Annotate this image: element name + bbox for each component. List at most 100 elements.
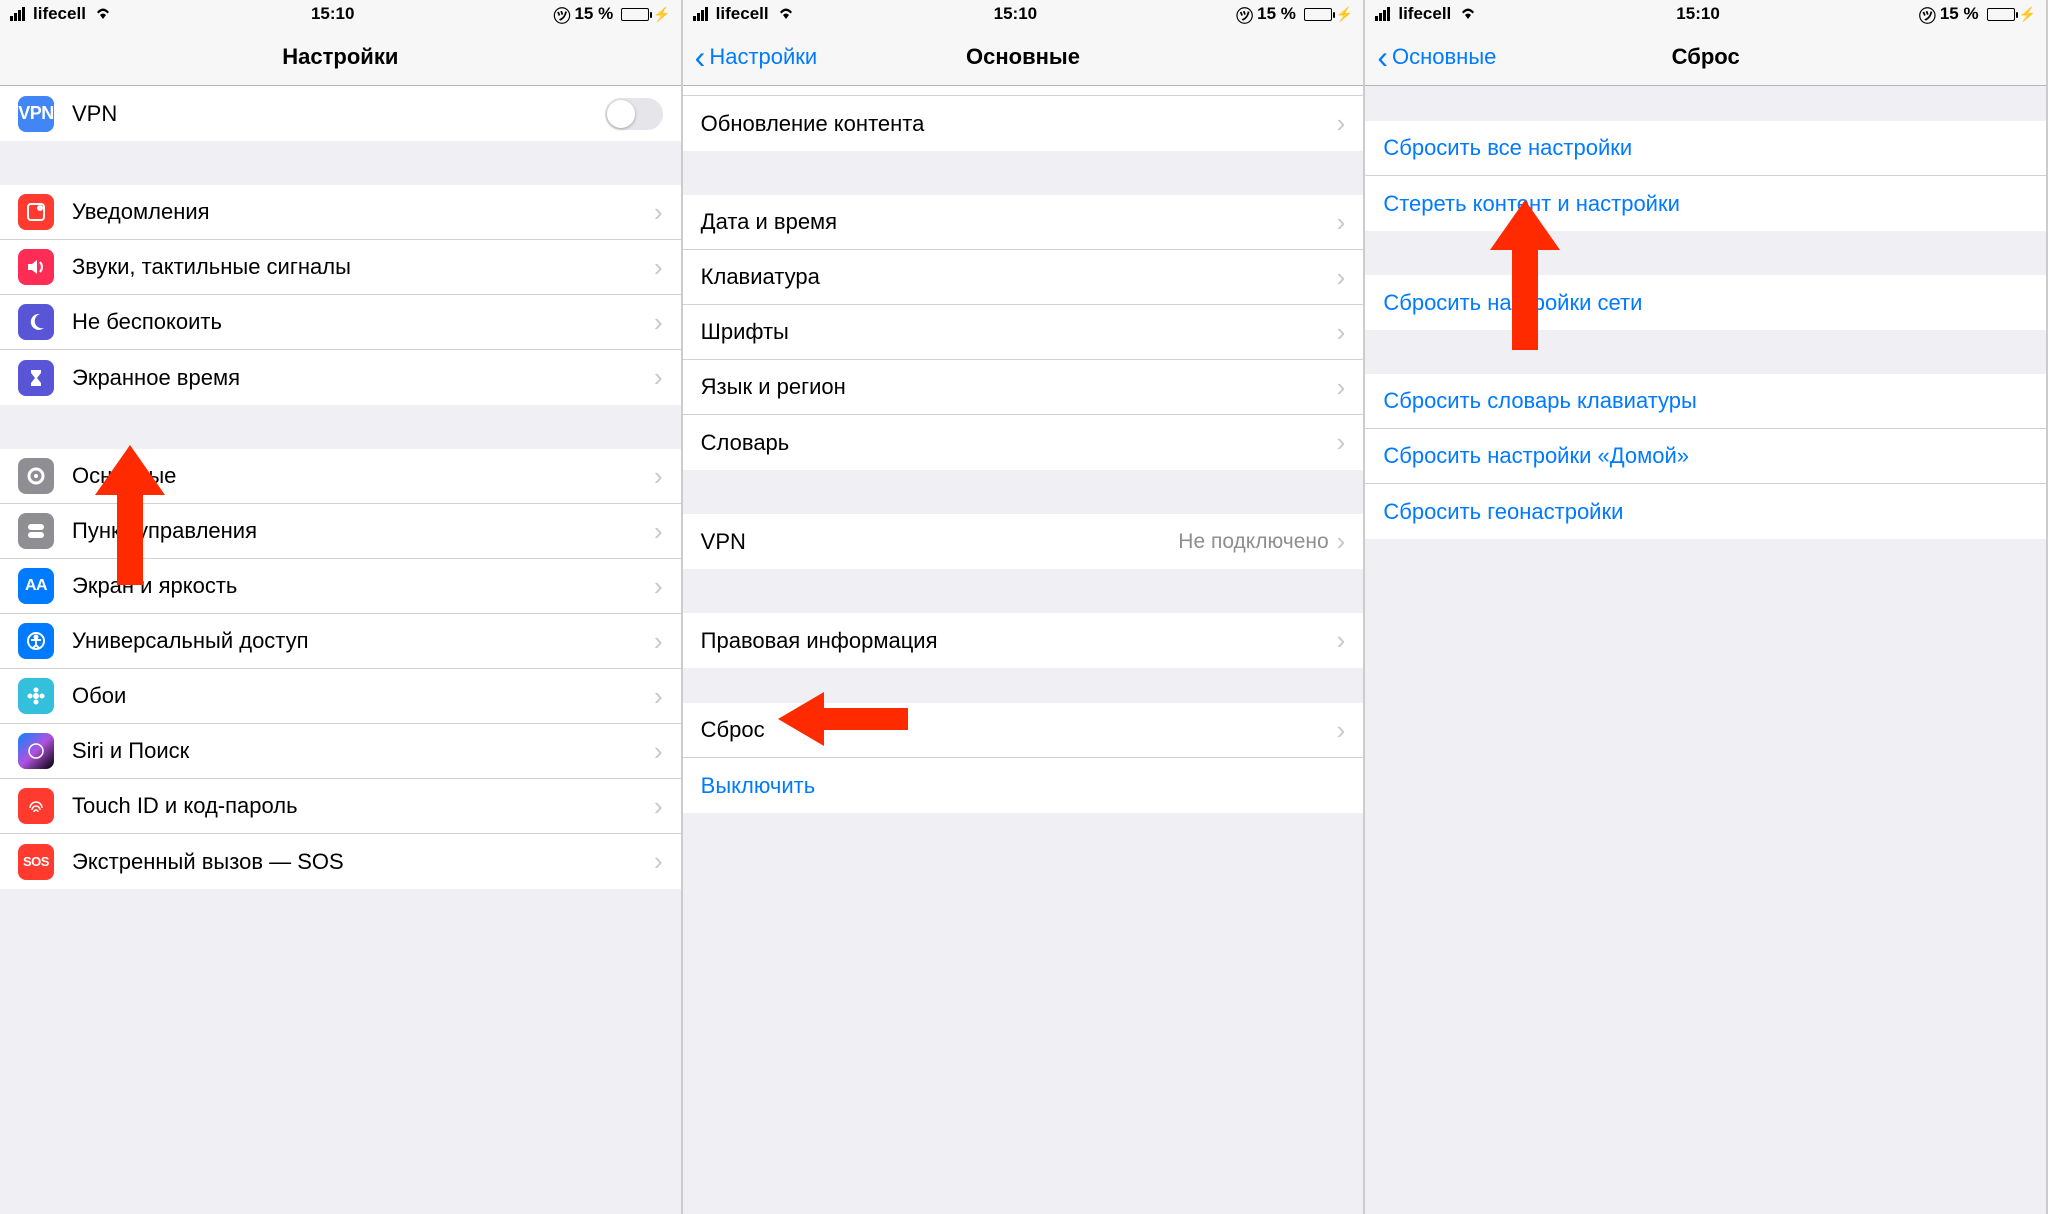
chevron-right-icon: › xyxy=(654,846,663,877)
charging-icon: ⚡ xyxy=(2019,6,2036,23)
moon-icon xyxy=(18,304,54,340)
legal-row[interactable]: Правовая информация› xyxy=(683,613,1364,668)
status-bar: lifecell 15:10 ㋡ 15 % ⚡ xyxy=(0,0,681,28)
touchid-label: Touch ID и код-пароль xyxy=(72,793,654,819)
group-datetime: Дата и время› Клавиатура› Шрифты› Язык и… xyxy=(683,195,1364,470)
nav-header: Настройки xyxy=(0,28,681,86)
keyboard-label: Клавиатура xyxy=(701,264,1337,290)
shutdown-label: Выключить xyxy=(701,773,1346,799)
chevron-right-icon: › xyxy=(1337,317,1346,348)
chevron-right-icon: › xyxy=(1337,207,1346,238)
siri-row[interactable]: Siri и Поиск › xyxy=(0,724,681,779)
chevron-right-icon: › xyxy=(654,461,663,492)
sos-row[interactable]: SOS Экстренный вызов — SOS › xyxy=(0,834,681,889)
vpn-toggle[interactable] xyxy=(605,98,663,130)
display-row[interactable]: AA Экран и яркость › xyxy=(0,559,681,614)
vpn-icon: VPN xyxy=(18,96,54,132)
group-general: Основные › Пункт управления › AA Экран и… xyxy=(0,449,681,889)
content-update-row[interactable]: Обновление контента › xyxy=(683,96,1364,151)
chevron-right-icon: › xyxy=(654,791,663,822)
back-button[interactable]: ‹ Настройки xyxy=(695,44,818,70)
battery-icon xyxy=(621,8,649,21)
wallpaper-row[interactable]: Обои › xyxy=(0,669,681,724)
reset-row[interactable]: Сброс› xyxy=(683,703,1364,758)
chevron-right-icon: › xyxy=(1337,262,1346,293)
dictionary-label: Словарь xyxy=(701,430,1337,456)
reset-all-label: Сбросить все настройки xyxy=(1383,135,2028,161)
battery-icon xyxy=(1987,8,2015,21)
group-reset: Сброс› Выключить xyxy=(683,703,1364,813)
textsize-icon: AA xyxy=(18,568,54,604)
erase-all-row[interactable]: Стереть контент и настройки xyxy=(1365,176,2046,231)
reset-all-row[interactable]: Сбросить все настройки xyxy=(1365,121,2046,176)
group-content-update: Обновление контента › xyxy=(683,96,1364,151)
sos-icon: SOS xyxy=(18,844,54,880)
content-update-label: Обновление контента xyxy=(701,111,1337,137)
reset-label: Сброс xyxy=(701,717,1337,743)
dictionary-row[interactable]: Словарь› xyxy=(683,415,1364,470)
wifi-icon xyxy=(94,4,112,24)
back-button[interactable]: ‹ Основные xyxy=(1377,44,1496,70)
erase-all-label: Стереть контент и настройки xyxy=(1383,191,2028,217)
chevron-right-icon: › xyxy=(654,681,663,712)
siri-label: Siri и Поиск xyxy=(72,738,654,764)
reset-location-row[interactable]: Сбросить геонастройки xyxy=(1365,484,2046,539)
chevron-right-icon: › xyxy=(1337,108,1346,139)
chevron-right-icon: › xyxy=(654,362,663,393)
wifi-icon xyxy=(1459,4,1477,24)
reset-home-row[interactable]: Сбросить настройки «Домой» xyxy=(1365,429,2046,484)
chevron-right-icon: › xyxy=(1337,625,1346,656)
datetime-row[interactable]: Дата и время› xyxy=(683,195,1364,250)
control-center-row[interactable]: Пункт управления › xyxy=(0,504,681,559)
chevron-left-icon: ‹ xyxy=(1377,49,1388,65)
screentime-row[interactable]: Экранное время › xyxy=(0,350,681,405)
reset-network-row[interactable]: Сбросить настройки сети xyxy=(1365,275,2046,330)
wifi-icon xyxy=(777,4,795,24)
chevron-right-icon: › xyxy=(1337,427,1346,458)
keyboard-row[interactable]: Клавиатура› xyxy=(683,250,1364,305)
carrier-label: lifecell xyxy=(1398,4,1451,24)
switches-icon xyxy=(18,513,54,549)
carrier-label: lifecell xyxy=(33,4,86,24)
siri-icon xyxy=(18,733,54,769)
chevron-right-icon: › xyxy=(654,516,663,547)
chevron-right-icon: › xyxy=(654,197,663,228)
status-time: 15:10 xyxy=(994,4,1037,24)
flower-icon xyxy=(18,678,54,714)
panel-general: lifecell 15:10 ㋡ 15 % ⚡ ‹ Настройки Осно… xyxy=(683,0,1366,1214)
chevron-right-icon: › xyxy=(654,307,663,338)
nav-header: ‹ Основные Сброс xyxy=(1365,28,2046,86)
notifications-row[interactable]: Уведомления › xyxy=(0,185,681,240)
reset-dictionary-row[interactable]: Сбросить словарь клавиатуры xyxy=(1365,374,2046,429)
notifications-icon xyxy=(18,194,54,230)
general-row[interactable]: Основные › xyxy=(0,449,681,504)
group-notifications: Уведомления › Звуки, тактильные сигналы … xyxy=(0,185,681,405)
group-reset-other: Сбросить словарь клавиатуры Сбросить нас… xyxy=(1365,374,2046,539)
fingerprint-icon xyxy=(18,788,54,824)
vpn-row[interactable]: VPN VPN xyxy=(0,86,681,141)
sounds-icon xyxy=(18,249,54,285)
accessibility-label: Универсальный доступ xyxy=(72,628,654,654)
chevron-left-icon: ‹ xyxy=(695,49,706,65)
accessibility-icon xyxy=(18,623,54,659)
reset-home-label: Сбросить настройки «Домой» xyxy=(1383,443,2028,469)
hourglass-icon xyxy=(18,360,54,396)
signal-icon xyxy=(1375,7,1390,21)
reset-dictionary-label: Сбросить словарь клавиатуры xyxy=(1383,388,2028,414)
nav-header: ‹ Настройки Основные xyxy=(683,28,1364,86)
panel-reset: lifecell 15:10 ㋡ 15 % ⚡ ‹ Основные Сброс… xyxy=(1365,0,2048,1214)
status-time: 15:10 xyxy=(1676,4,1719,24)
vpn-row[interactable]: VPN Не подключено › xyxy=(683,514,1364,569)
shutdown-row[interactable]: Выключить xyxy=(683,758,1364,813)
dnd-row[interactable]: Не беспокоить › xyxy=(0,295,681,350)
sounds-row[interactable]: Звуки, тактильные сигналы › xyxy=(0,240,681,295)
orientation-lock-icon: ㋡ xyxy=(1919,2,1936,27)
fonts-row[interactable]: Шрифты› xyxy=(683,305,1364,360)
general-label: Основные xyxy=(72,463,654,489)
language-row[interactable]: Язык и регион› xyxy=(683,360,1364,415)
touchid-row[interactable]: Touch ID и код-пароль › xyxy=(0,779,681,834)
accessibility-row[interactable]: Универсальный доступ › xyxy=(0,614,681,669)
language-label: Язык и регион xyxy=(701,374,1337,400)
group-vpn: VPN VPN xyxy=(0,86,681,141)
charging-icon: ⚡ xyxy=(1336,6,1353,23)
